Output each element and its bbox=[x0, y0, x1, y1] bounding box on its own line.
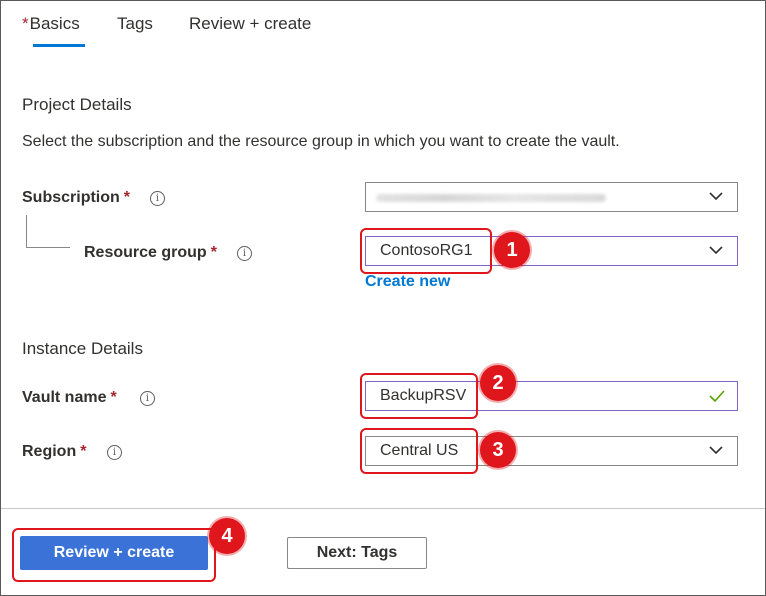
region-label: Region * bbox=[22, 443, 86, 461]
tab-tags[interactable]: Tags bbox=[117, 14, 153, 34]
tab-selected-indicator bbox=[33, 44, 85, 47]
vault-name-label: Vault name * bbox=[22, 389, 117, 407]
project-details-description: Select the subscription and the resource… bbox=[22, 133, 620, 150]
callout-badge-4: 4 bbox=[209, 518, 245, 554]
tree-connector-horizontal bbox=[26, 247, 70, 248]
tree-connector-vertical bbox=[26, 215, 27, 247]
info-icon[interactable]: i bbox=[150, 191, 165, 206]
vault-name-label-text: Vault name bbox=[22, 389, 107, 406]
project-details-heading: Project Details bbox=[22, 95, 132, 114]
checkmark-icon bbox=[709, 390, 725, 402]
instance-details-heading: Instance Details bbox=[22, 339, 143, 358]
subscription-label: Subscription * bbox=[22, 189, 130, 207]
tab-review-create[interactable]: Review + create bbox=[189, 14, 311, 34]
subscription-label-text: Subscription bbox=[22, 189, 120, 206]
footer-divider bbox=[1, 508, 765, 509]
callout-badge-3: 3 bbox=[480, 432, 516, 468]
required-asterisk: * bbox=[80, 443, 87, 460]
callout-highlight-review-create bbox=[12, 528, 216, 582]
info-icon[interactable]: i bbox=[107, 445, 122, 460]
create-new-link[interactable]: Create new bbox=[365, 273, 450, 291]
resource-group-label-text: Resource group bbox=[84, 244, 207, 261]
callout-highlight-resource-group bbox=[360, 228, 492, 274]
callout-highlight-vault-name bbox=[360, 373, 478, 419]
required-asterisk: * bbox=[210, 244, 217, 261]
callout-highlight-region bbox=[360, 428, 478, 474]
required-asterisk: * bbox=[123, 189, 131, 206]
callout-badge-1: 1 bbox=[494, 232, 530, 268]
required-asterisk: * bbox=[22, 14, 29, 33]
next-tags-button[interactable]: Next: Tags bbox=[287, 537, 427, 569]
chevron-down-icon bbox=[709, 246, 723, 255]
info-icon[interactable]: i bbox=[237, 246, 252, 261]
resource-group-label: Resource group * bbox=[84, 244, 217, 262]
tab-basics[interactable]: *Basics bbox=[22, 14, 80, 34]
region-label-text: Region bbox=[22, 443, 77, 460]
subscription-dropdown[interactable] bbox=[365, 182, 738, 212]
required-asterisk: * bbox=[110, 389, 117, 406]
chevron-down-icon bbox=[709, 446, 723, 455]
callout-badge-2: 2 bbox=[480, 365, 516, 401]
blade-frame bbox=[0, 0, 766, 596]
tab-basics-label: Basics bbox=[29, 14, 80, 33]
info-icon[interactable]: i bbox=[140, 391, 155, 406]
redacted-subscription-value bbox=[376, 194, 606, 202]
chevron-down-icon bbox=[709, 192, 723, 201]
